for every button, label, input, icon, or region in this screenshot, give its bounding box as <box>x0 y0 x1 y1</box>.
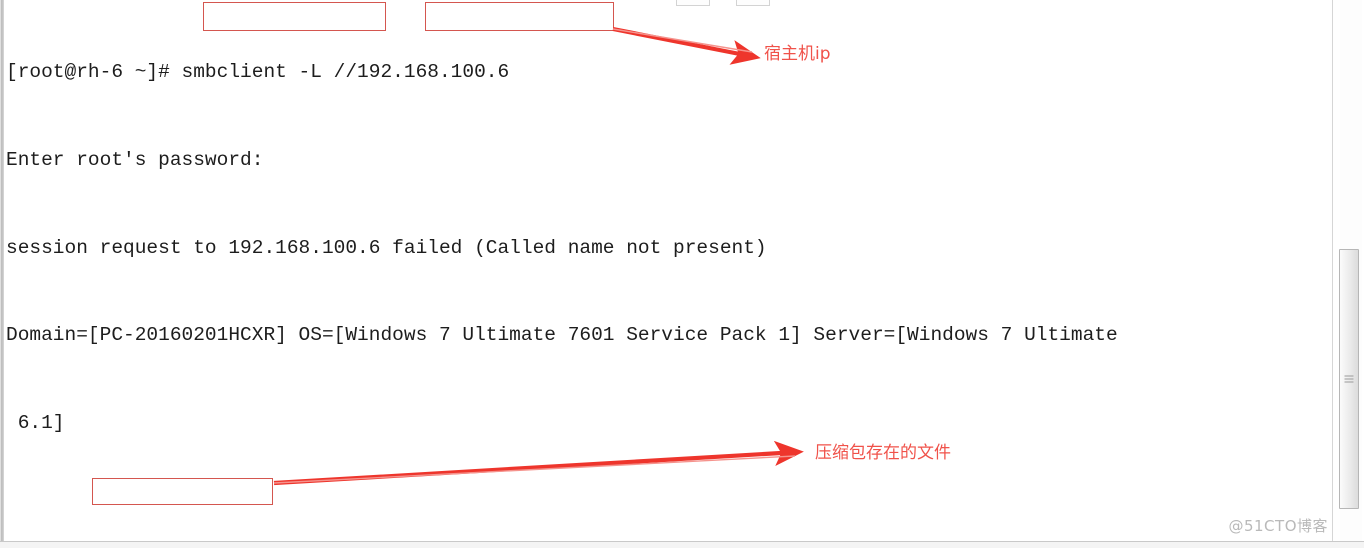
terminal-line-password: Enter root's password: <box>6 149 264 172</box>
watermark: @51CTO博客 <box>1228 517 1328 535</box>
terminal-output[interactable]: [root@rh-6 ~]# smbclient -L //192.168.10… <box>6 0 1336 548</box>
scrollbar-grip-icon <box>1344 375 1354 383</box>
window-frame-bottom-edge <box>0 541 1364 548</box>
window-frame-left-edge <box>0 0 4 542</box>
vertical-scrollbar-thumb[interactable] <box>1339 249 1359 509</box>
terminal-line-domain-wrap: 6.1] <box>6 411 65 434</box>
terminal-line-domain: Domain=[PC-20160201HCXR] OS=[Windows 7 U… <box>6 324 1118 347</box>
terminal-line-command: [root@rh-6 ~]# smbclient -L //192.168.10… <box>6 61 510 84</box>
scroll-gutter <box>1332 0 1364 541</box>
terminal-line-session: session request to 192.168.100.6 failed … <box>6 236 767 259</box>
vertical-scrollbar-track[interactable] <box>1339 0 1362 541</box>
terminal-window: [root@rh-6 ~]# smbclient -L //192.168.10… <box>0 0 1364 548</box>
